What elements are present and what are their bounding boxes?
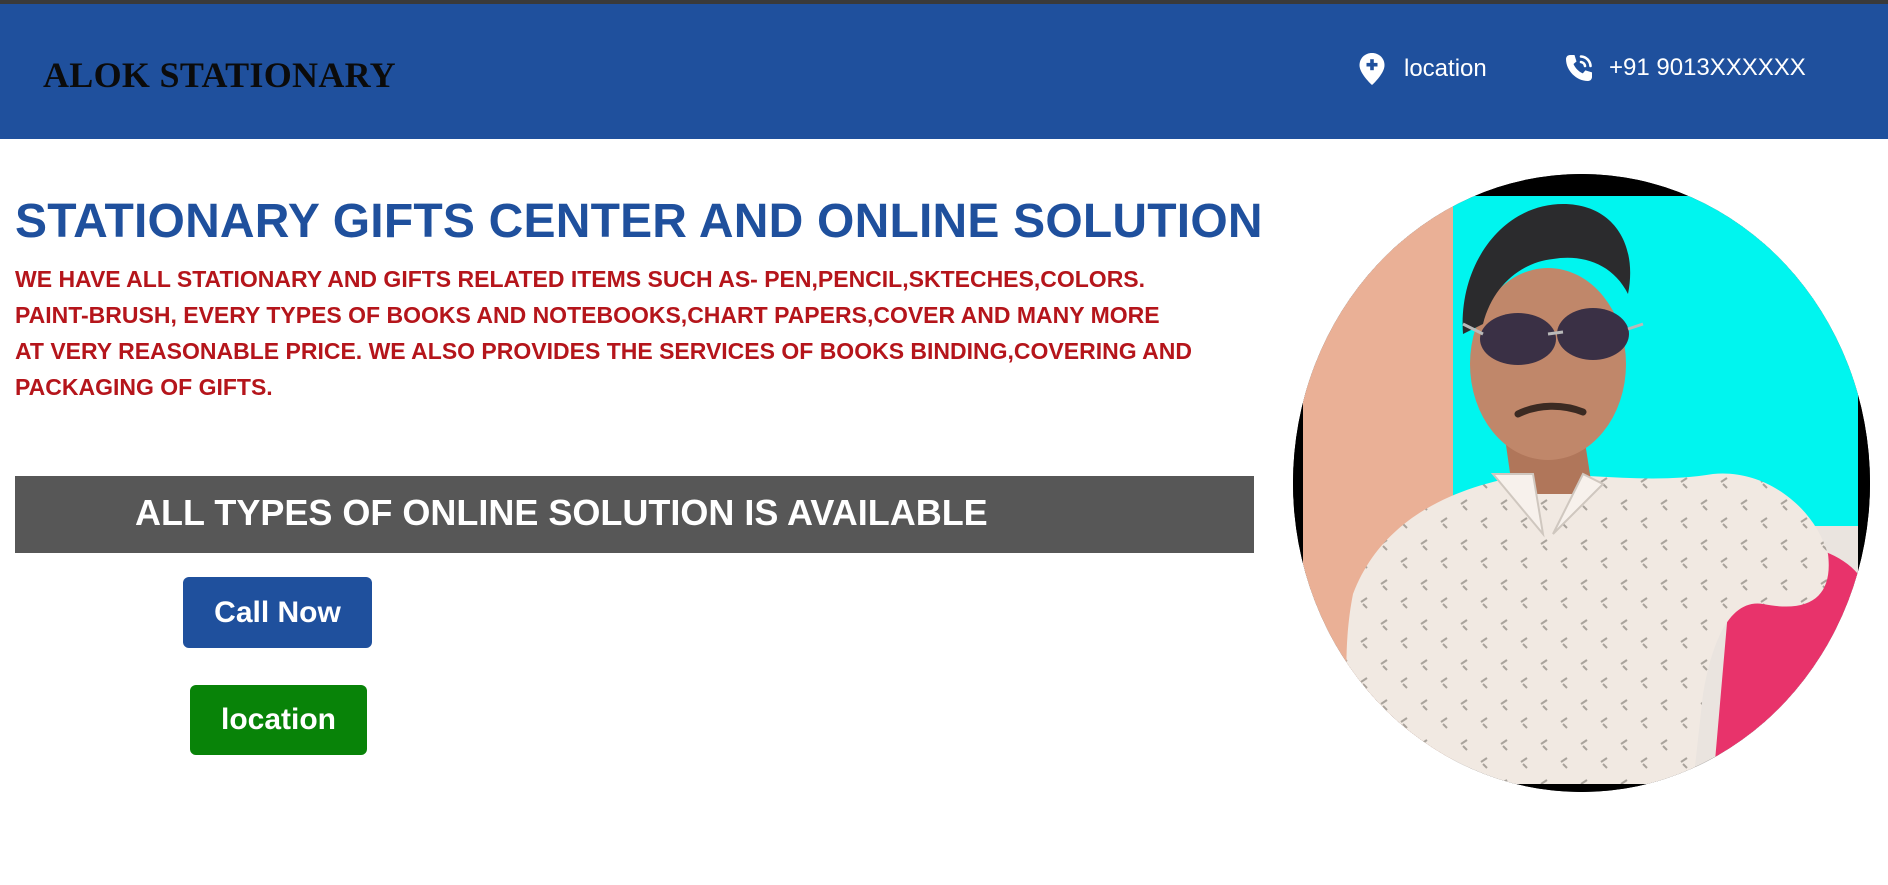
location-button[interactable]: location bbox=[190, 685, 367, 755]
description-line: PACKAGING OF GIFTS. bbox=[15, 374, 273, 400]
header-location-link[interactable]: location bbox=[1358, 52, 1487, 86]
description-line: AT VERY REASONABLE PRICE. WE ALSO PROVID… bbox=[15, 338, 1192, 364]
header-location-label: location bbox=[1404, 55, 1487, 82]
header-phone-label: +91 9013XXXXXX bbox=[1609, 54, 1806, 81]
banner-text: ALL TYPES OF ONLINE SOLUTION IS AVAILABL… bbox=[135, 492, 988, 533]
owner-photo bbox=[1293, 174, 1870, 792]
online-solution-banner: ALL TYPES OF ONLINE SOLUTION IS AVAILABL… bbox=[15, 476, 1254, 553]
owner-portrait-illustration bbox=[1293, 174, 1870, 792]
description-line: WE HAVE ALL STATIONARY AND GIFTS RELATED… bbox=[15, 266, 1146, 292]
description-text: WE HAVE ALL STATIONARY AND GIFTS RELATED… bbox=[15, 261, 1255, 405]
call-now-button[interactable]: Call Now bbox=[183, 577, 372, 648]
map-pin-plus-icon bbox=[1358, 52, 1386, 86]
page-headline: STATIONARY GIFTS CENTER AND ONLINE SOLUT… bbox=[15, 195, 1263, 248]
description-line: PAINT-BRUSH, EVERY TYPES OF BOOKS AND NO… bbox=[15, 302, 1160, 328]
site-header: ALOK STATIONARY location +91 9013XXXXXX bbox=[0, 4, 1888, 139]
brand-title: ALOK STATIONARY bbox=[43, 55, 396, 95]
phone-call-icon bbox=[1563, 52, 1595, 84]
header-phone-link[interactable]: +91 9013XXXXXX bbox=[1563, 52, 1806, 84]
